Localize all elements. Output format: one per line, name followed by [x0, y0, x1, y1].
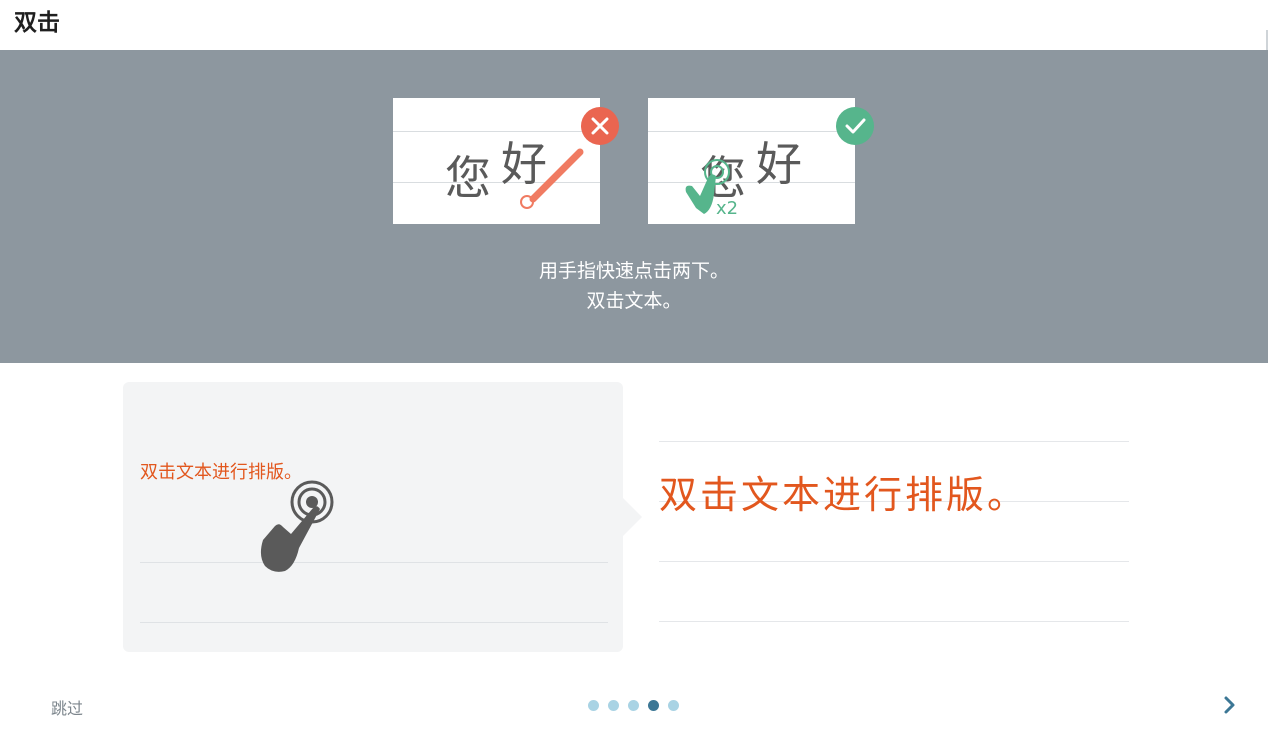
ruled-line: [140, 562, 608, 563]
example-panel: 双击文本进行排版。: [123, 382, 623, 652]
instruction-text: 用手指快速点击两下。 双击文本。: [0, 256, 1268, 316]
page-title: 双击: [14, 10, 60, 36]
result-panel: 双击文本进行排版。: [659, 382, 1129, 652]
page-indicator: [588, 700, 679, 711]
instruction-line-2: 双击文本。: [586, 290, 682, 312]
page-dot-4-active[interactable]: [648, 700, 659, 711]
ruled-line: [659, 621, 1129, 622]
tap-count: x2: [716, 198, 738, 219]
header: 双击: [0, 0, 1268, 200]
instruction-line-1: 用手指快速点击两下。: [538, 260, 729, 282]
handwritten-glyph-2: 好: [756, 137, 802, 191]
handwriting-sample: 您 好: [445, 137, 584, 209]
double-tap-hand-icon: [260, 480, 334, 572]
ruled-line: [140, 622, 608, 623]
instruction-banner: 您 好 您 好 x2 用手指快速点击两下。 双击文本。: [0, 50, 1268, 363]
ruled-line: [659, 561, 1129, 562]
check-icon: [836, 107, 874, 145]
handwritten-glyph-1: 您: [445, 151, 491, 205]
page-dot-3[interactable]: [628, 700, 639, 711]
close-icon: [581, 107, 619, 145]
result-typeset-text: 双击文本进行排版。: [659, 473, 1029, 517]
handwriting-sample: 您 好 x2: [685, 137, 802, 219]
skip-button[interactable]: 跳过: [51, 695, 83, 719]
panel-pointer: [622, 497, 642, 537]
page-dot-5[interactable]: [668, 700, 679, 711]
right-example-card: 您 好 x2: [648, 98, 855, 224]
ruled-line: [659, 441, 1129, 442]
page-dot-1[interactable]: [588, 700, 599, 711]
chevron-right-icon[interactable]: [1218, 694, 1240, 716]
footer: 跳过: [0, 680, 1268, 732]
wrong-example-card: 您 好: [393, 98, 600, 224]
handwritten-glyph-2: 好: [501, 137, 547, 191]
page-dot-2[interactable]: [608, 700, 619, 711]
